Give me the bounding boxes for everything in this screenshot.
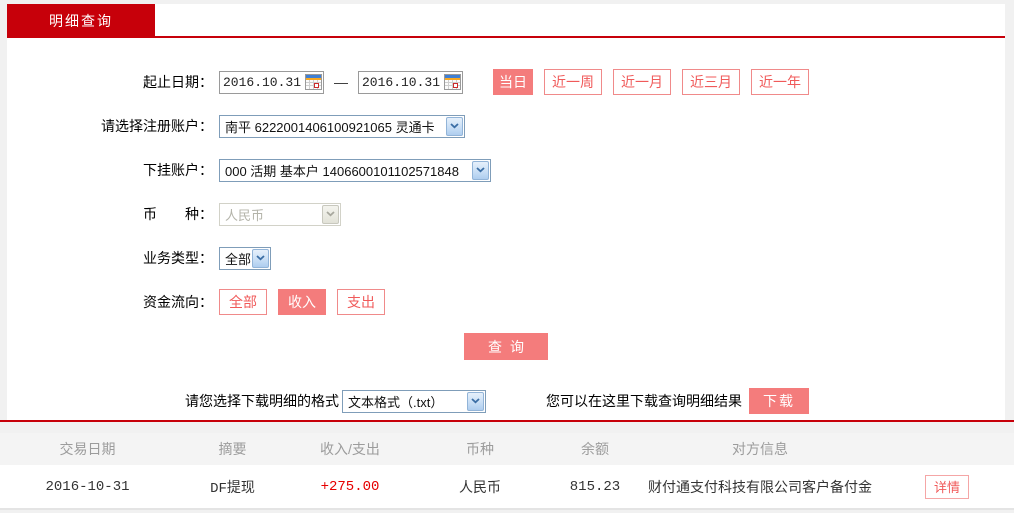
sub-account-row: 下挂账户： 000 活期 基本户 1406600101102571848 [7,157,1005,183]
range-button-month[interactable]: 近一月 [613,69,671,95]
detail-button[interactable]: 详情 [924,474,969,499]
flow-button-all[interactable]: 全部 [219,289,267,315]
end-date-input[interactable]: 2016.10.31 [358,70,463,94]
end-date-value: 2016.10.31 [361,74,440,90]
cell-action: 详情 [880,474,1014,499]
cell-summary: DF提现 [210,480,255,497]
column-header-currency: 币种 [466,441,494,457]
range-button-year[interactable]: 近一年 [751,69,809,95]
currency-label: 币 种： [143,206,213,222]
detail-query-panel: 明细查询 起止日期： 2016.10.31 — 2016.10.31 当日 近一… [7,4,1005,420]
date-range-label: 起止日期： [143,74,213,90]
calendar-icon[interactable] [304,72,323,93]
tab-detail-query[interactable]: 明细查询 [7,4,155,38]
currency-row: 币 种： 人民币 [7,201,1005,227]
business-type-value: 全部 [225,251,252,267]
currency-select: 人民币 [219,202,341,226]
chevron-down-icon [322,204,339,224]
business-type-select[interactable]: 全部 [219,246,271,270]
column-header-summary: 摘要 [218,441,247,457]
range-button-today[interactable]: 当日 [493,69,533,95]
date-range-separator: — [334,74,348,90]
chevron-down-icon [252,248,270,268]
date-range-row: 起止日期： 2016.10.31 — 2016.10.31 当日 近一周 近一月… [7,69,1005,95]
column-header-date: 交易日期 [59,441,116,457]
range-button-week[interactable]: 近一周 [544,69,602,95]
cell-amount: +275.00 [320,478,380,495]
start-date-value: 2016.10.31 [222,74,301,90]
download-row: 请您选择下载明细的格式 文本格式（.txt） 您可以在这里下载查询明细结果 下载 [185,388,1005,414]
fund-flow-label: 资金流向： [143,294,213,310]
flow-button-expense[interactable]: 支出 [337,289,385,315]
column-header-counterparty: 对方信息 [732,441,788,457]
column-header-balance: 余额 [581,441,609,457]
register-account-select[interactable]: 南平 6222001406100921065 灵通卡 [219,114,465,138]
query-row: 查询 [7,333,1005,360]
chevron-down-icon [472,160,489,180]
tab-bar: 明细查询 [7,4,1005,38]
sub-account-select[interactable]: 000 活期 基本户 1406600101102571848 [219,158,491,182]
business-type-row: 业务类型： 全部 [7,245,1005,271]
chevron-down-icon [467,391,484,411]
cell-date: 2016-10-31 [45,478,130,495]
results-table: 交易日期 摘要 收入/支出 币种 余额 对方信息 2016-10-31 DF提现… [0,433,1014,510]
panel-bottom-divider [0,420,1014,422]
calendar-icon[interactable] [443,72,462,93]
cell-counterparty: 财付通支付科技有限公司客户备付金 [648,478,872,495]
cell-currency: 人民币 [459,478,501,495]
range-button-quarter[interactable]: 近三月 [682,69,740,95]
download-format-value: 文本格式（.txt） [348,394,444,410]
start-date-input[interactable]: 2016.10.31 [219,70,324,94]
register-account-value: 南平 6222001406100921065 灵通卡 [225,119,435,135]
download-format-select[interactable]: 文本格式（.txt） [342,389,486,413]
register-account-row: 请选择注册账户： 南平 6222001406100921065 灵通卡 [7,113,1005,139]
chevron-down-icon [446,116,463,136]
download-button[interactable]: 下载 [749,388,809,414]
fund-flow-row: 资金流向： 全部 收入 支出 [7,289,1005,315]
query-form: 起止日期： 2016.10.31 — 2016.10.31 当日 近一周 近一月… [7,38,1005,414]
sub-account-label: 下挂账户： [143,162,213,178]
business-type-label: 业务类型： [143,250,213,266]
sub-account-value: 000 活期 基本户 1406600101102571848 [225,163,459,179]
table-header-row: 交易日期 摘要 收入/支出 币种 余额 对方信息 [0,433,1014,465]
column-header-amount: 收入/支出 [320,441,380,457]
cell-balance: 815.23 [569,478,621,495]
table-row: 2016-10-31 DF提现 +275.00 人民币 815.23 财付通支付… [0,465,1014,510]
download-format-label: 请您选择下载明细的格式 [185,393,339,409]
flow-button-income[interactable]: 收入 [278,289,326,315]
download-hint-text: 您可以在这里下载查询明细结果 [546,393,742,409]
query-button[interactable]: 查询 [464,333,548,360]
currency-value: 人民币 [225,207,265,223]
register-account-label: 请选择注册账户： [101,118,213,134]
